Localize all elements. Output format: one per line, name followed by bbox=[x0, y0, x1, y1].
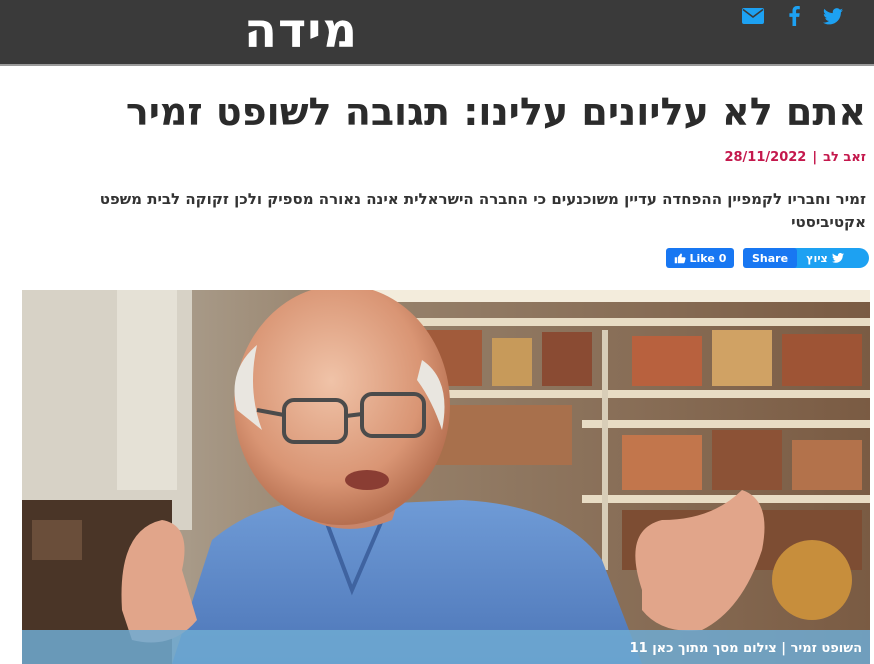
tweet-label: ציוץ bbox=[806, 251, 828, 265]
share-label: Share bbox=[751, 251, 789, 265]
twitter-bird-icon bbox=[831, 253, 844, 263]
publish-date: 28/11/2022 bbox=[724, 150, 807, 165]
article-title: אתם לא עליונים עלינו: תגובה לשופט זמיר bbox=[125, 90, 866, 134]
article-subtitle: זמיר וחבריו לקמפיין ההפחדה עדיין משוכנעי… bbox=[99, 190, 866, 231]
like-label: Like bbox=[689, 251, 715, 265]
site-header: מידה bbox=[0, 0, 874, 66]
like-count: 0 bbox=[718, 251, 727, 265]
facebook-share-button[interactable]: Share bbox=[743, 248, 797, 268]
hero-photo-illustration bbox=[22, 290, 870, 664]
image-caption: השופט זמיר | צילום מסך מתוך כאן 11 bbox=[629, 641, 862, 656]
site-logo[interactable]: מידה bbox=[244, 6, 358, 56]
byline: זאב לב | 28/11/2022 bbox=[724, 150, 866, 165]
facebook-like-button[interactable]: Like 0 bbox=[666, 248, 734, 268]
facebook-icon[interactable] bbox=[785, 6, 803, 26]
mail-icon[interactable] bbox=[741, 6, 765, 26]
byline-separator: | bbox=[812, 150, 818, 165]
image-caption-bar: השופט זמיר | צילום מסך מתוך כאן 11 bbox=[22, 630, 870, 664]
thumbs-up-icon bbox=[674, 253, 686, 264]
twitter-icon[interactable] bbox=[822, 6, 844, 26]
hero-image: השופט זמיר | צילום מסך מתוך כאן 11 bbox=[22, 290, 870, 664]
author-link[interactable]: זאב לב bbox=[823, 150, 866, 165]
